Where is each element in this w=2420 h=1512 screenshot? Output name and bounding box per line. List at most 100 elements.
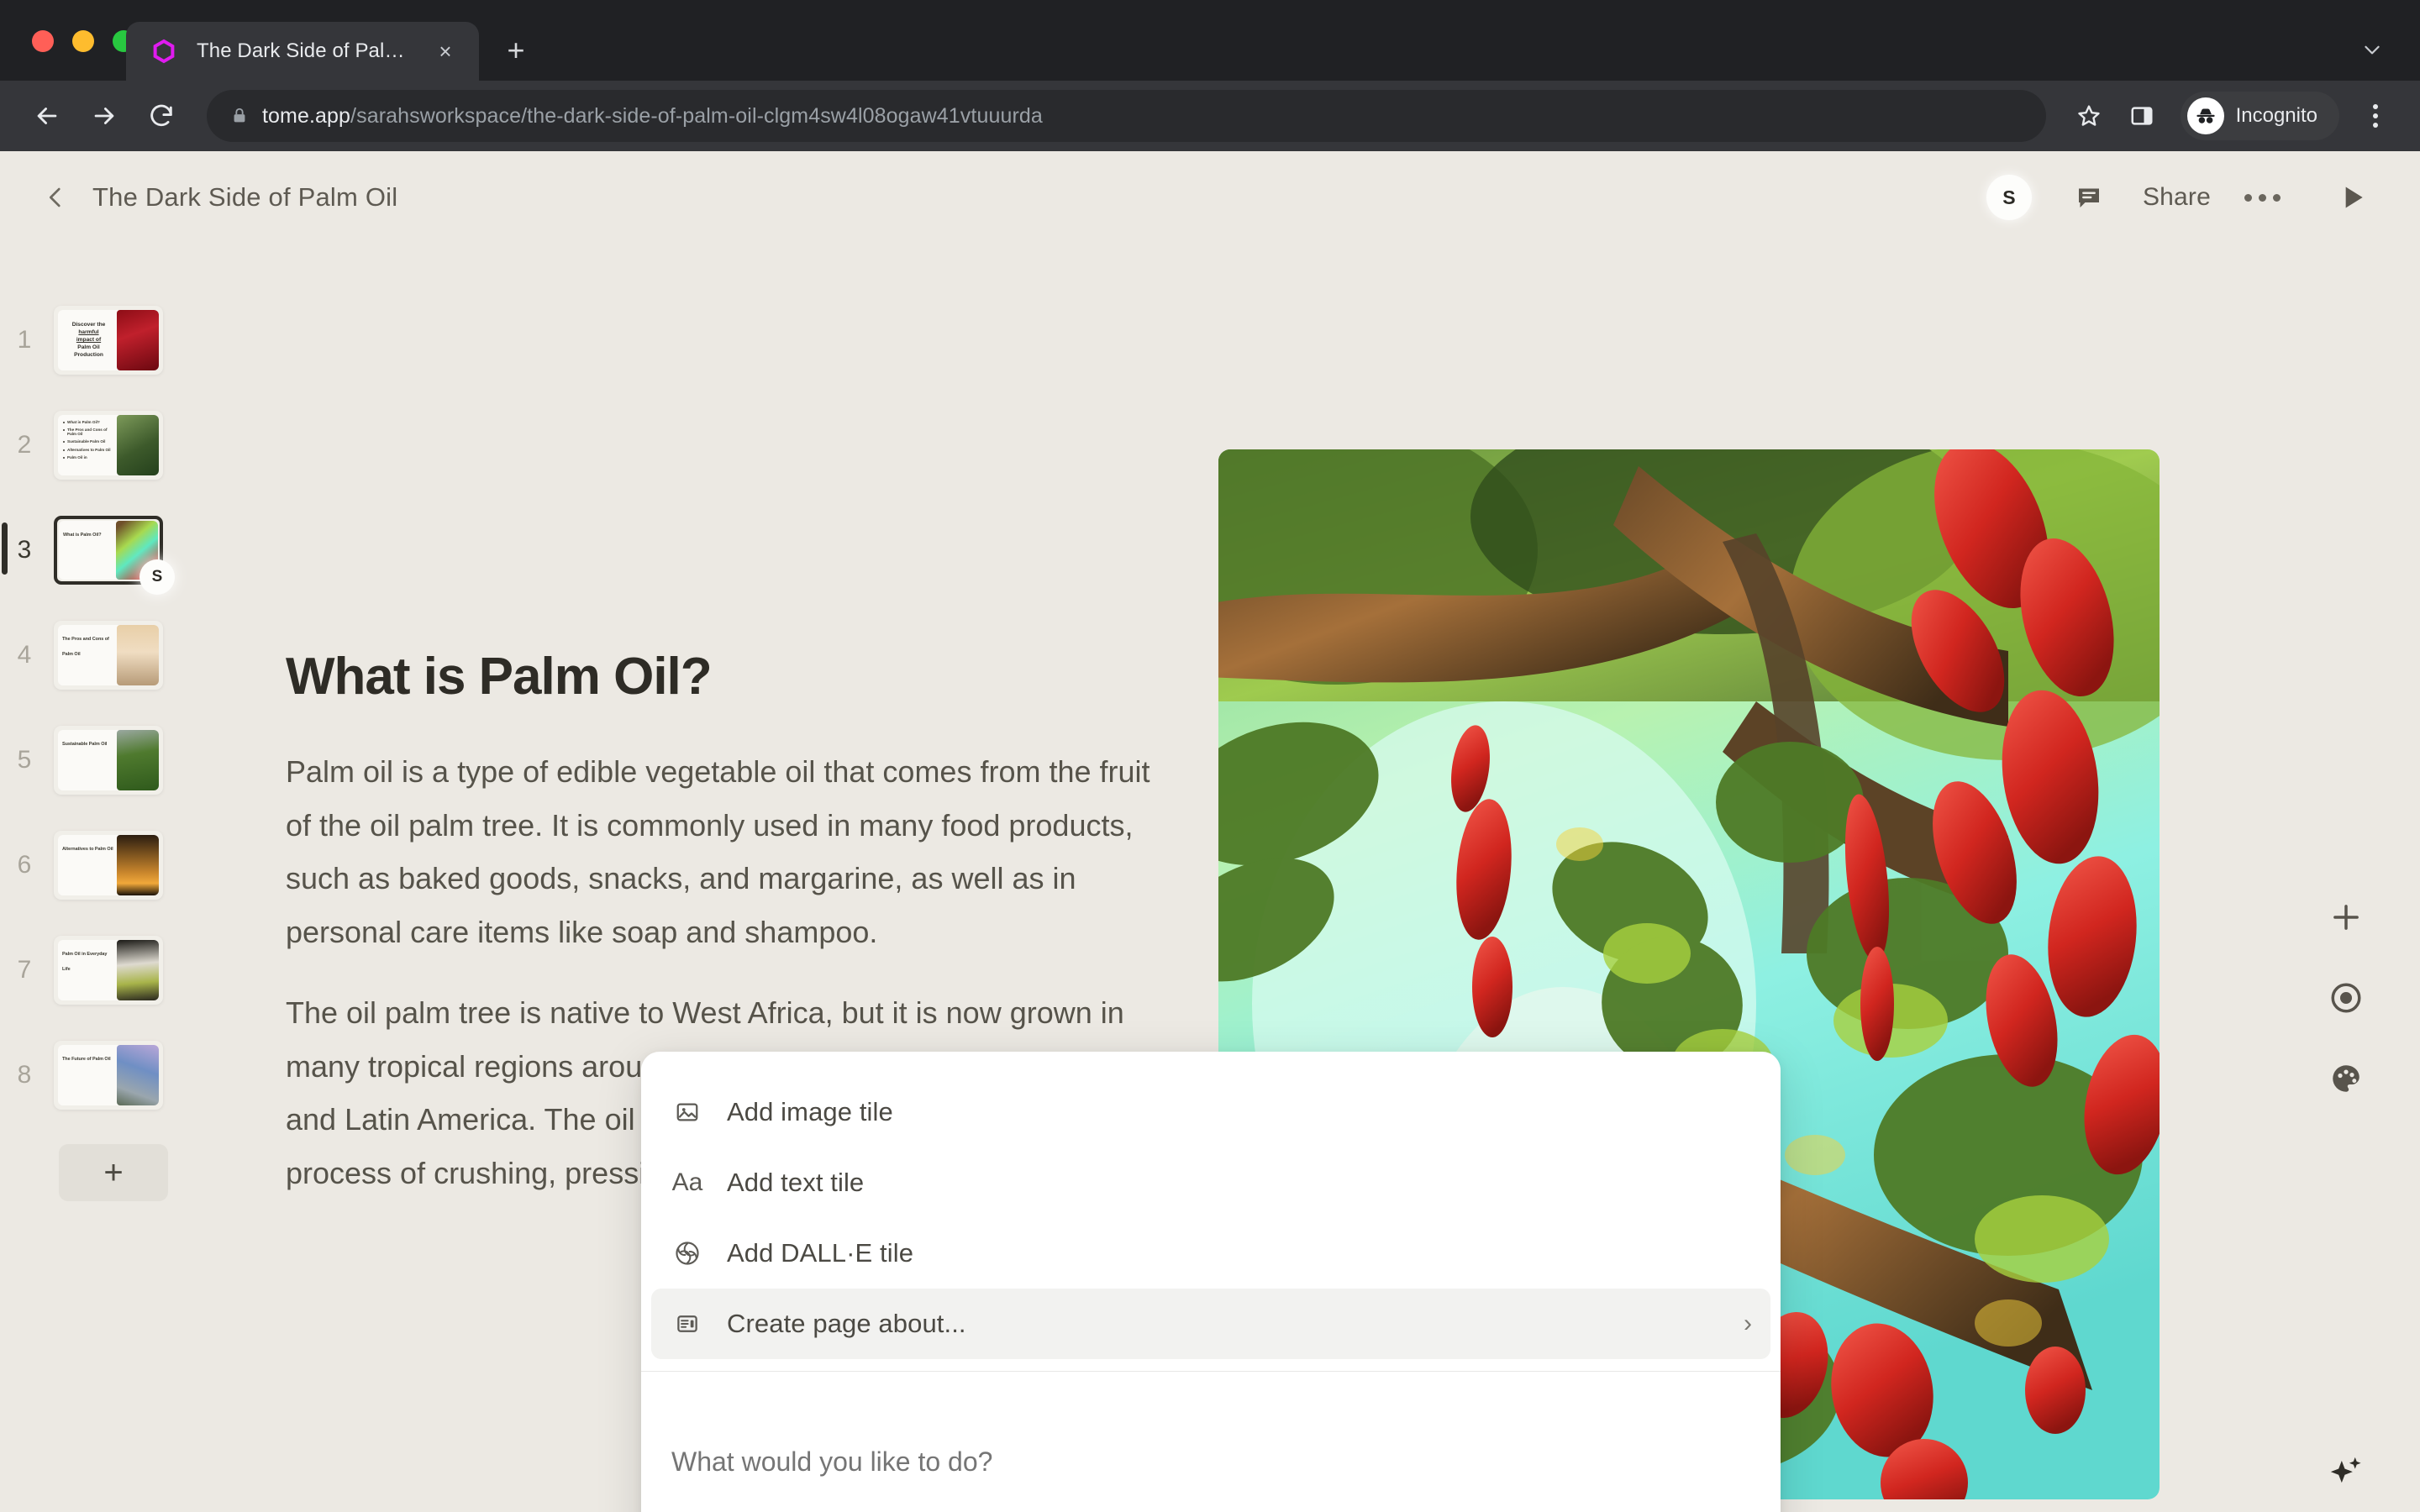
thumbnail-text: The Future of Palm Oil (58, 1045, 117, 1105)
more-dots-icon[interactable] (2244, 175, 2281, 220)
slide-thumbnail-6[interactable]: 6 Alternatives to Palm Oil (0, 812, 193, 917)
menu-item-label: Add text tile (727, 1168, 865, 1197)
list-item: What is Palm Oil? (63, 420, 113, 425)
thumbnail-image (117, 939, 159, 1000)
thumbnail-text: The Pros and Cons of Palm Oil (58, 625, 117, 685)
video-tile-icon (671, 1052, 703, 1058)
menu-chevron: › (1744, 1310, 1752, 1337)
list-item: The Pros and Cons of Palm Oil (63, 428, 113, 437)
chevron-down-icon[interactable] (2353, 30, 2391, 69)
url-text: tome.app/sarahsworkspace/the-dark-side-o… (262, 104, 1043, 129)
add-slide-button[interactable]: + (59, 1144, 168, 1201)
thumbnail-heading: Palm Oil in Everyday Life (62, 951, 108, 972)
slide-number: 3 (17, 535, 32, 564)
lock-icon (227, 107, 252, 125)
collaborator-badge[interactable]: S (139, 559, 175, 595)
thumbnail-frame: What is Palm Oil? S (54, 515, 175, 595)
slide-number: 7 (17, 955, 32, 984)
bullet-list: What is Palm Oil? The Pros and Cons of P… (58, 415, 117, 475)
bullet-dot (63, 456, 65, 459)
thumbnail-frame: Alternatives to Palm Oil (54, 830, 163, 900)
reload-button[interactable] (136, 91, 187, 141)
selection-bar (2, 522, 8, 575)
slide-number: 1 (17, 325, 32, 354)
play-icon[interactable] (2328, 172, 2378, 223)
tab-strip: The Dark Side of Palm Oil × + (0, 0, 2420, 81)
slide-thumbnail-4[interactable]: 4 The Pros and Cons of Palm Oil (0, 602, 193, 707)
thumbnail-image (117, 729, 159, 790)
image-tile-icon (671, 1096, 703, 1128)
thumbnail-text: Sustainable Palm Oil (58, 730, 117, 790)
side-panel-icon[interactable] (2118, 92, 2165, 139)
back-button[interactable] (22, 91, 72, 141)
forward-button[interactable] (79, 91, 129, 141)
list-item: Sustainable Palm Oil (63, 439, 113, 444)
thumbnail-frame: The Pros and Cons of Palm Oil (54, 620, 163, 690)
slide-heading: What is Palm Oil? (286, 648, 713, 706)
menu-item-add-image-tile[interactable]: Add image tile (651, 1077, 1770, 1147)
thumbnail-heading: Sustainable Palm Oil (62, 741, 108, 747)
minimize-window-button[interactable] (72, 30, 94, 52)
thumbnail-preview: The Pros and Cons of Palm Oil (58, 624, 159, 685)
popup-prompt-row[interactable] (641, 1372, 1781, 1512)
window-controls[interactable] (32, 30, 134, 52)
cover-line-5: Production (74, 351, 103, 358)
ai-sparkle-icon[interactable] (2319, 1446, 2373, 1500)
profile-label: Incognito (2235, 104, 2317, 127)
slide-sidebar: 1 Discover the harmful impact of Palm Oi… (0, 244, 193, 1512)
slide-thumbnail-5[interactable]: 5 Sustainable Palm Oil (0, 707, 193, 812)
new-tab-button[interactable]: + (492, 27, 539, 74)
thumbnail-image (117, 414, 159, 475)
color-palette-icon[interactable] (2319, 1052, 2373, 1105)
thumbnail-heading: The Future of Palm Oil (62, 1056, 111, 1062)
browser-toolbar: tome.app/sarahsworkspace/the-dark-side-o… (0, 81, 2420, 151)
text-aa-icon: Aa (671, 1168, 703, 1196)
bullet-dot (63, 421, 65, 423)
slide-thumbnail-8[interactable]: 8 The Future of Palm Oil (0, 1022, 193, 1127)
record-target-icon[interactable] (2319, 971, 2373, 1025)
menu-item-add-video-tile[interactable]: Add video tile (651, 1052, 1770, 1077)
menu-item-add-text-tile[interactable]: Aa Add text tile (651, 1147, 1770, 1218)
add-tile-popup-menu[interactable]: Add video tile Add image tile Aa Add tex… (641, 1052, 1781, 1512)
slide-number: 8 (17, 1060, 32, 1089)
slide-thumbnail-2[interactable]: 2 What is Palm Oil? The Pros and Cons of… (0, 392, 193, 497)
slide-thumbnail-7[interactable]: 7 Palm Oil in Everyday Life (0, 917, 193, 1022)
list-item: Alternatives to Palm Oil (63, 448, 113, 453)
share-button[interactable]: Share (2143, 183, 2211, 212)
bullet-text: Palm Oil in (67, 454, 87, 459)
slide-number: 2 (17, 430, 32, 459)
thumbnail-frame: Palm Oil in Everyday Life (54, 935, 163, 1005)
bookmark-star-icon[interactable] (2066, 93, 2112, 139)
chevron-left-icon[interactable] (32, 174, 79, 221)
address-bar[interactable]: tome.app/sarahsworkspace/the-dark-side-o… (207, 90, 2046, 142)
browser-tab[interactable]: The Dark Side of Palm Oil × (126, 22, 479, 81)
create-page-icon (671, 1308, 703, 1340)
browser-window: The Dark Side of Palm Oil × + tome.app/s… (0, 0, 2420, 1512)
prompt-input[interactable] (671, 1446, 1750, 1478)
close-icon[interactable]: × (430, 36, 460, 66)
thumbnail-image (117, 1044, 159, 1105)
slide-thumbnail-1[interactable]: 1 Discover the harmful impact of Palm Oi… (0, 287, 193, 392)
kebab-menu-icon[interactable] (2353, 93, 2398, 139)
thumbnail-preview: Alternatives to Palm Oil (58, 834, 159, 895)
comment-icon[interactable] (2065, 174, 2112, 221)
cover-line-4: Palm Oil (77, 344, 100, 350)
thumbnail-heading: Alternatives to Palm Oil (62, 846, 113, 852)
plus-icon[interactable] (2319, 890, 2373, 944)
menu-item-label: Create page about... (727, 1309, 966, 1338)
tome-app: The Dark Side of Palm Oil S Share 1 Disc (0, 151, 2420, 1512)
bullet-dot (63, 428, 65, 431)
slide-thumbnail-3[interactable]: 3 What is Palm Oil? S (0, 497, 193, 602)
profile-incognito-button[interactable]: Incognito (2180, 92, 2339, 140)
avatar[interactable]: S (1986, 175, 2032, 220)
thumbnail-frame: Discover the harmful impact of Palm Oil … (54, 305, 163, 375)
url-host: tome.app (262, 103, 351, 128)
menu-item-label: Add image tile (727, 1097, 893, 1126)
menu-item-add-dalle-tile[interactable]: Add DALL·E tile (651, 1218, 1770, 1289)
list-item: Palm Oil in (63, 455, 113, 460)
menu-item-label: Add video tile (727, 1052, 1705, 1057)
slide-paragraph-1: Palm oil is a type of edible vegetable o… (286, 754, 1150, 950)
menu-item-create-page-about[interactable]: Create page about... › (651, 1289, 1770, 1359)
close-window-button[interactable] (32, 30, 54, 52)
cover-text: Discover the harmful impact of Palm Oil … (58, 310, 117, 370)
